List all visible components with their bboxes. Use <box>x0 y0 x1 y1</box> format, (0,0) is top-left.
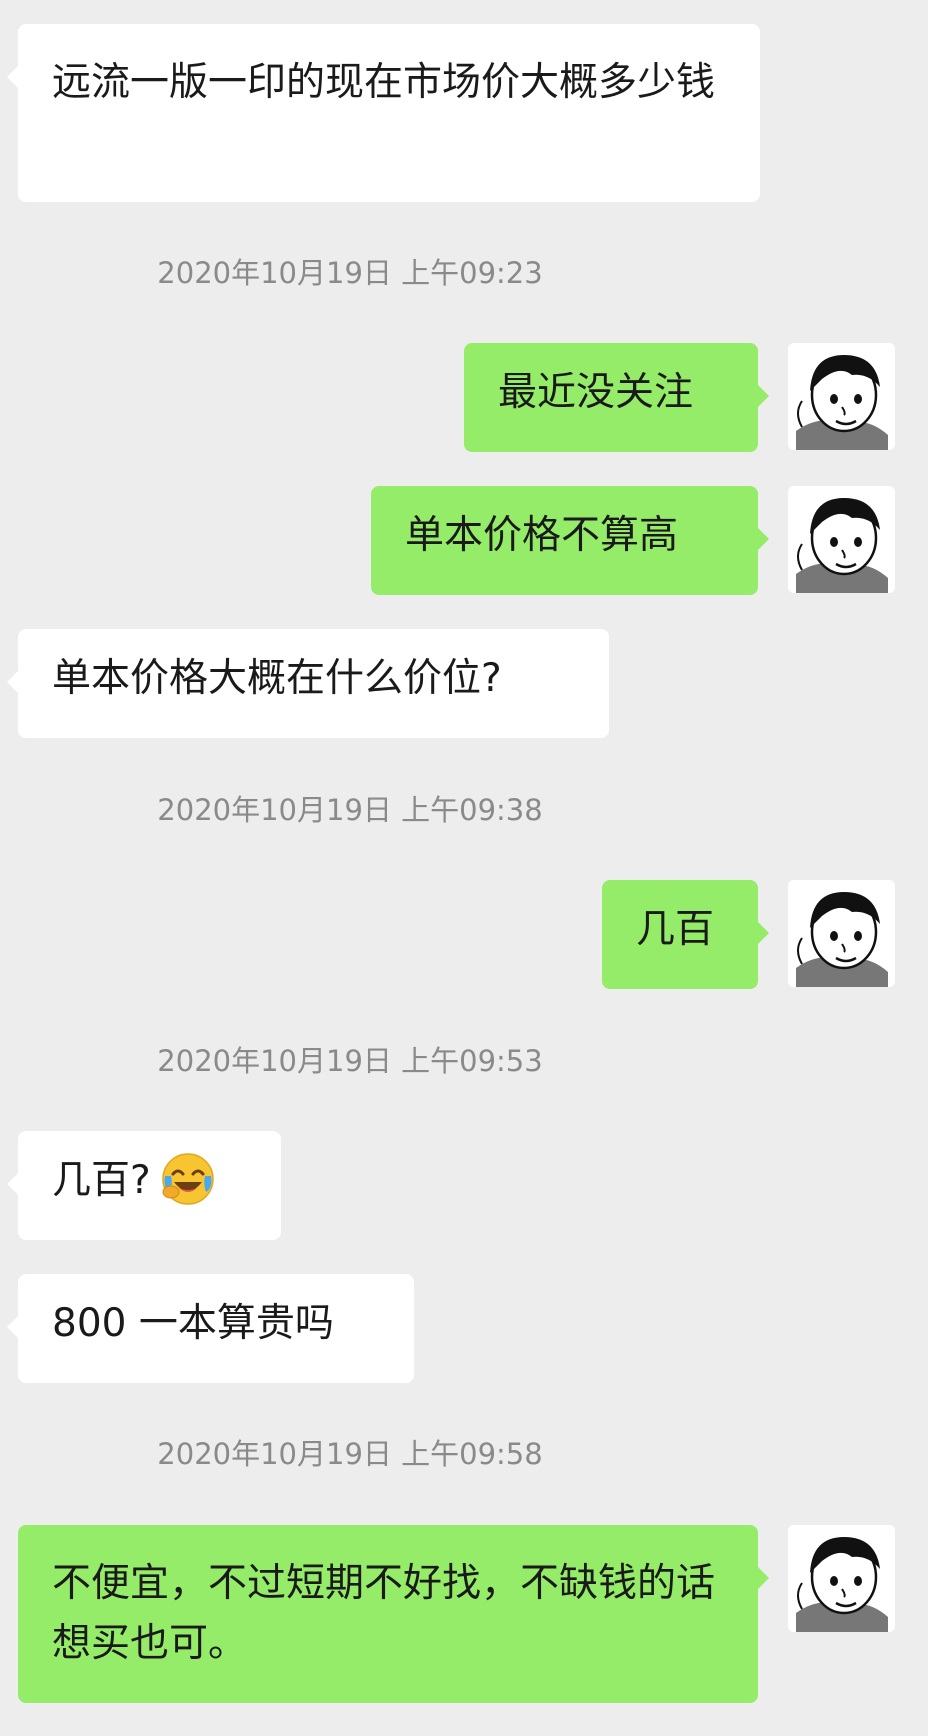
avatar[interactable] <box>788 486 895 593</box>
cartoon-boy-avatar-icon <box>788 343 895 450</box>
timestamp: 2020年10月19日 上午09:58 <box>157 1437 543 1471</box>
message-bubble-incoming[interactable]: 单本价格大概在什么价位? <box>7 629 609 738</box>
timestamp: 2020年10月19日 上午09:23 <box>157 256 543 290</box>
message-text: 不便宜，不过短期不好找，不缺钱的话想买也可。 <box>52 1561 716 1666</box>
message-text: 几百? <box>52 1158 151 1203</box>
message-text: 单本价格不算高 <box>405 513 679 558</box>
cartoon-boy-avatar-icon <box>788 1525 895 1632</box>
message-text: 单本价格大概在什么价位? <box>52 656 502 701</box>
message-text: 几百 <box>636 907 715 952</box>
message-bubble-outgoing[interactable]: 不便宜，不过短期不好找，不缺钱的话想买也可。 <box>18 1525 769 1703</box>
laughing-crying-emoji-icon <box>161 1152 214 1205</box>
timestamp: 2020年10月19日 上午09:38 <box>157 793 543 827</box>
message-bubble-incoming[interactable]: 几百? <box>7 1131 281 1240</box>
message-text: 最近没关注 <box>498 370 694 415</box>
avatar[interactable] <box>788 880 895 987</box>
message-bubble-incoming[interactable]: 远流一版一印的现在市场价大概多少钱 <box>7 24 760 202</box>
avatar[interactable] <box>788 343 895 450</box>
message-bubble-outgoing[interactable]: 几百 <box>602 880 769 989</box>
message-bubble-outgoing[interactable]: 最近没关注 <box>464 343 769 452</box>
avatar[interactable] <box>788 1525 895 1632</box>
message-bubble-outgoing[interactable]: 单本价格不算高 <box>371 486 769 595</box>
message-text: 远流一版一印的现在市场价大概多少钱 <box>52 60 716 105</box>
message-bubble-incoming[interactable]: 800 一本算贵吗 <box>7 1274 414 1383</box>
message-text: 800 一本算贵吗 <box>52 1301 334 1346</box>
cartoon-boy-avatar-icon <box>788 880 895 987</box>
timestamp: 2020年10月19日 上午09:53 <box>157 1044 543 1078</box>
cartoon-boy-avatar-icon <box>788 486 895 593</box>
